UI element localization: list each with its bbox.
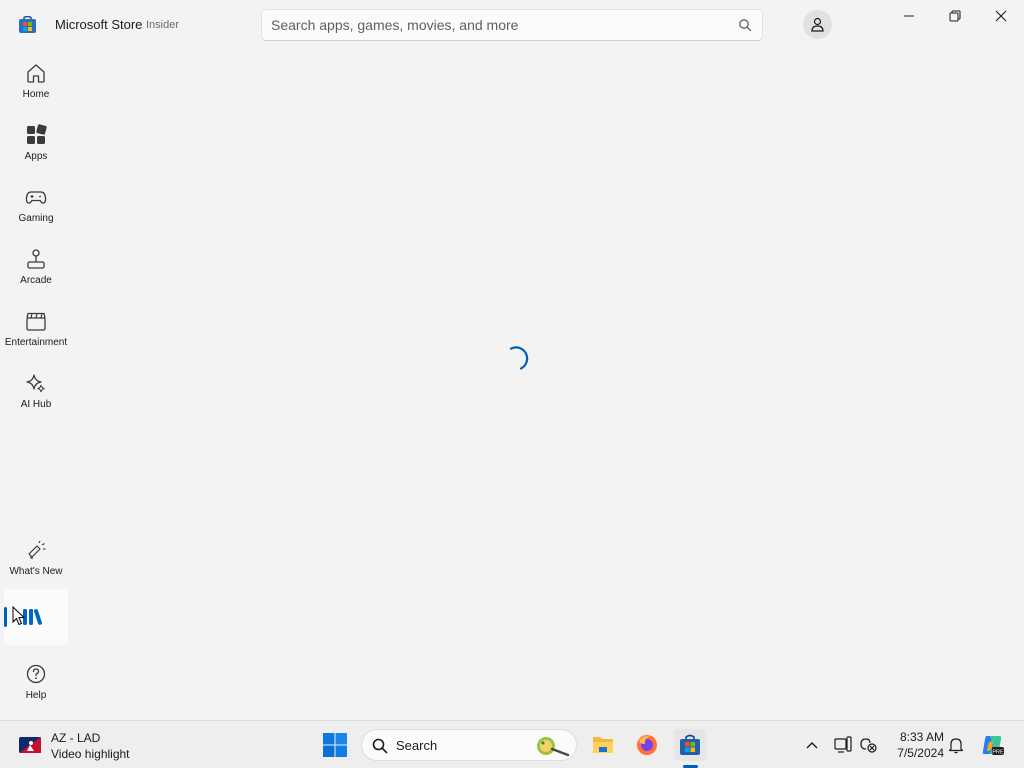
folder-icon — [593, 737, 613, 753]
svg-text:PRE: PRE — [992, 750, 1004, 756]
nav-label-help: Help — [25, 690, 47, 701]
search-icon[interactable] — [738, 18, 752, 32]
clock-date[interactable]: 7/5/2024 — [884, 746, 944, 760]
nav-item-entertainment[interactable]: Entertainment — [4, 305, 68, 361]
nav-label-gaming: Gaming — [18, 213, 54, 224]
nav-label-whats-new: What's New — [9, 566, 63, 577]
nav-label-entertainment: Entertainment — [4, 337, 68, 348]
bell-icon[interactable] — [946, 735, 966, 755]
close-icon — [995, 10, 1007, 22]
minimize-button[interactable] — [890, 4, 928, 28]
taskbar-microsoft-store[interactable] — [674, 729, 706, 761]
joystick-icon — [27, 249, 45, 269]
firefox-icon — [637, 735, 657, 755]
clapperboard-icon — [26, 312, 46, 331]
store-logo-icon — [19, 16, 36, 33]
home-icon — [27, 64, 45, 83]
gamepad-icon — [25, 191, 47, 204]
loading-spinner — [509, 346, 529, 370]
nav-label-home: Home — [22, 89, 50, 100]
clock-time[interactable]: 8:33 AM — [884, 730, 944, 744]
search-highlight-icon — [537, 737, 570, 757]
taskbar: AZ - LAD Video highlight Search 8:33 AM … — [0, 720, 1024, 768]
sparkle-icon — [26, 374, 45, 393]
widget-title: AZ - LAD — [51, 731, 101, 745]
display-icon[interactable] — [833, 735, 853, 755]
mlb-logo-icon — [19, 737, 41, 753]
chevron-up-icon[interactable] — [802, 735, 822, 755]
search-box[interactable] — [261, 9, 763, 41]
taskbar-firefox[interactable] — [631, 729, 663, 761]
mouse-cursor-icon — [12, 606, 26, 626]
minimize-icon — [904, 15, 914, 17]
nav-item-apps[interactable]: Apps — [4, 119, 68, 175]
network-icon[interactable] — [858, 735, 878, 755]
nav-item-ai-hub[interactable]: AI Hub — [4, 367, 68, 423]
nav-label-apps: Apps — [24, 151, 48, 162]
copilot-icon[interactable]: PRE — [980, 733, 1004, 757]
selected-indicator — [4, 607, 7, 627]
app-title: Microsoft Store — [55, 17, 143, 32]
apps-icon — [27, 124, 47, 144]
taskbar-file-explorer[interactable] — [587, 729, 619, 761]
taskbar-search[interactable]: Search — [361, 729, 577, 761]
store-icon — [680, 734, 700, 755]
insider-badge: Insider — [146, 19, 180, 31]
close-button[interactable] — [982, 4, 1020, 28]
nav-item-help[interactable]: Help — [4, 658, 68, 714]
windows-start-icon[interactable] — [320, 730, 350, 760]
taskbar-search-label: Search — [396, 738, 438, 753]
nav-item-gaming[interactable]: Gaming — [4, 181, 68, 237]
news-widget[interactable]: AZ - LAD Video highlight — [8, 727, 148, 763]
megaphone-icon — [28, 540, 46, 559]
nav-item-whats-new[interactable]: What's New — [4, 534, 68, 590]
help-icon — [26, 664, 46, 684]
profile-button[interactable] — [803, 10, 832, 39]
search-icon — [372, 738, 388, 754]
nav-item-arcade[interactable]: Arcade — [4, 243, 68, 299]
nav-label-arcade: Arcade — [20, 275, 52, 286]
nav-item-library[interactable] — [4, 589, 68, 645]
person-icon — [811, 17, 824, 32]
nav-label-ai-hub: AI Hub — [20, 399, 52, 410]
title-bar: Microsoft Store Insider — [0, 0, 1024, 50]
nav-item-home[interactable]: Home — [4, 57, 68, 113]
restore-button[interactable] — [936, 4, 974, 28]
widget-subtitle: Video highlight — [51, 747, 130, 761]
search-input[interactable] — [271, 10, 731, 40]
restore-icon — [949, 10, 961, 22]
